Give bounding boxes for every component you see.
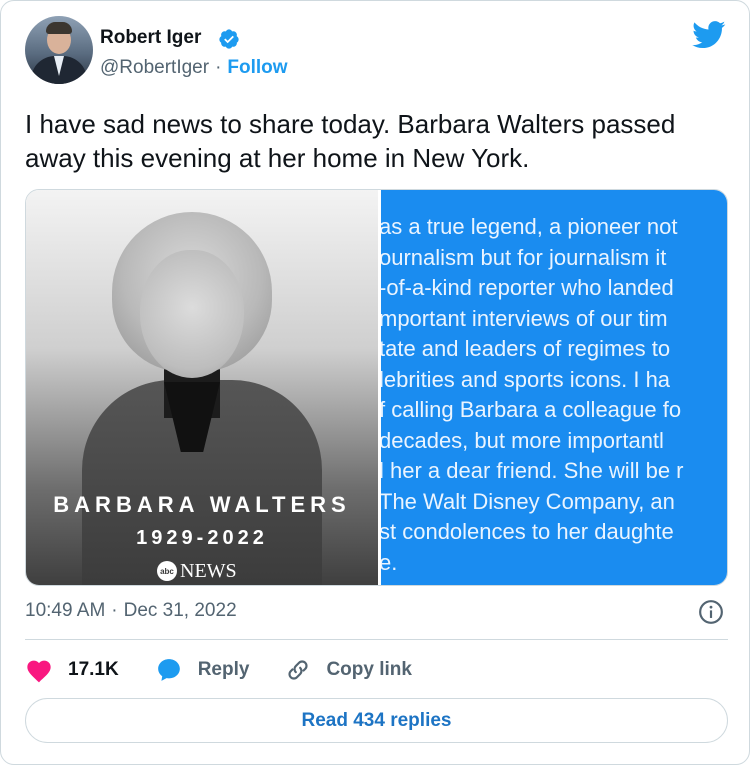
statement-line: decades, but more importantl (381, 427, 664, 453)
statement-line: mportant interviews of our tim (381, 305, 668, 331)
like-button[interactable]: 17.1K (25, 657, 119, 683)
author-handle[interactable]: @RobertIger (100, 57, 209, 78)
reply-button[interactable]: Reply (155, 657, 250, 683)
reply-label: Reply (197, 659, 250, 680)
tweet-embed-card: Robert Iger @RobertIger · Follow I have sa… (0, 0, 750, 765)
author-handle-row: @RobertIger · Follow (100, 57, 288, 79)
timestamp-date: Dec 31, 2022 (123, 600, 237, 621)
separator-dot: · (111, 600, 118, 621)
speech-bubble-icon (157, 659, 180, 681)
separator-dot: · (215, 57, 222, 78)
follow-button[interactable]: Follow (227, 57, 287, 78)
statement-line: -of-a-kind reporter who landed (381, 275, 674, 300)
statement-line: e. (381, 549, 398, 575)
verified-badge-icon (219, 29, 239, 49)
tweet-text: I have sad news to share today. Barbara … (25, 109, 676, 173)
news-logo-word: NEWS (180, 559, 237, 582)
read-replies-button[interactable]: Read 434 replies (25, 698, 728, 743)
statement-image[interactable]: as a true legend, a pioneer not ournalis… (381, 190, 727, 585)
copy-link-button[interactable]: Copy link (285, 657, 412, 683)
statement-line: as a true legend, a pioneer not (381, 214, 678, 239)
abc-logo-mark: abc (157, 561, 177, 581)
statement-line: l her a dear friend. She will be r (381, 458, 684, 483)
link-icon (288, 660, 309, 680)
info-icon[interactable] (698, 599, 724, 625)
copy-link-label: Copy link (326, 659, 412, 680)
tribute-name: BARBARA WALTERS (53, 492, 351, 517)
statement-line: ournalism but for journalism it (381, 244, 667, 270)
divider (25, 639, 728, 640)
statement-line: lebrities and sports icons. I ha (381, 366, 671, 392)
abc-news-logo: abc NEWS (157, 559, 237, 583)
timestamp-time: 10:49 AM (25, 600, 106, 621)
statement-text: as a true legend, a pioneer not ournalis… (381, 212, 684, 578)
avatar[interactable] (25, 16, 93, 84)
statement-line: tate and leaders of regimes to (381, 336, 671, 361)
statement-line: f calling Barbara a colleague fo (381, 397, 682, 422)
twitter-bird-icon[interactable] (692, 21, 726, 49)
tribute-years: 1929-2022 (136, 527, 268, 549)
tweet-actions: 17.1K Reply Copy link (25, 655, 412, 685)
like-count: 17.1K (68, 659, 119, 680)
tweet-timestamp[interactable]: 10:49 AM · Dec 31, 2022 (25, 600, 237, 622)
heart-icon (27, 660, 51, 683)
tribute-image[interactable]: BARBARA WALTERS 1929-2022 abc NEWS (26, 190, 378, 585)
statement-line: The Walt Disney Company, an (381, 488, 675, 514)
statement-line: st condolences to her daughte (381, 519, 674, 544)
author-name[interactable]: Robert Iger (100, 27, 201, 49)
tweet-media[interactable]: BARBARA WALTERS 1929-2022 abc NEWS as a … (25, 189, 728, 586)
